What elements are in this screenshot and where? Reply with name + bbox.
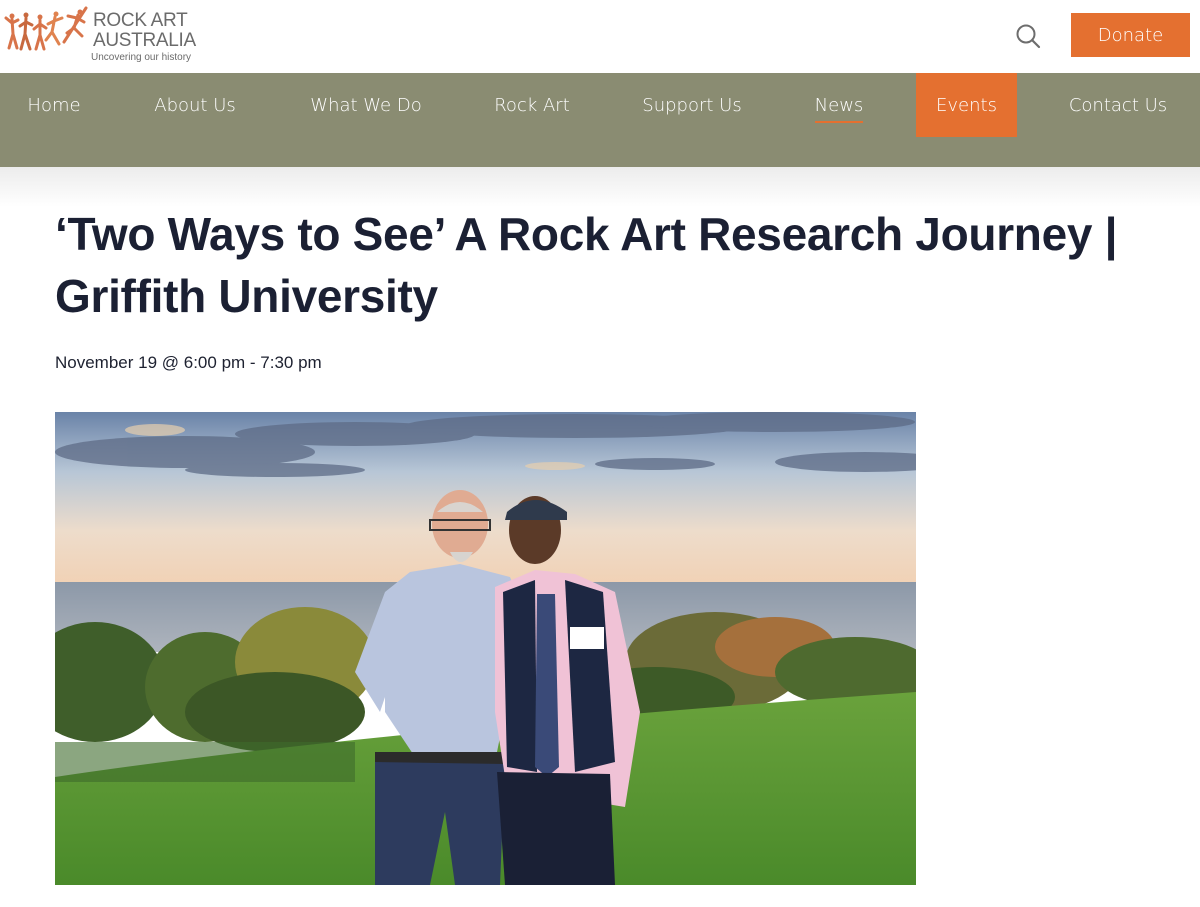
search-icon bbox=[1016, 24, 1041, 49]
logo-text-line1: ROCK ART bbox=[93, 10, 188, 31]
nav-item-label: About Us bbox=[154, 94, 236, 116]
site-logo[interactable]: ROCK ART AUSTRALIA Uncovering our histor… bbox=[4, 6, 196, 66]
search-button[interactable] bbox=[1012, 20, 1044, 52]
nav-item-label: Home bbox=[27, 94, 81, 116]
nav-item-rock-art[interactable]: Rock Art bbox=[480, 73, 584, 137]
nav-item-what-we-do[interactable]: What We Do bbox=[296, 73, 436, 137]
nav-item-label: Contact Us bbox=[1068, 94, 1168, 116]
nav-item-support-us[interactable]: Support Us bbox=[628, 73, 756, 137]
main-nav: Home About Us What We Do Rock Art Suppor… bbox=[0, 73, 1200, 167]
nav-current-underline bbox=[814, 120, 864, 123]
nav-item-news[interactable]: News bbox=[800, 73, 878, 137]
nav-item-label: Rock Art bbox=[494, 94, 570, 116]
donate-button[interactable]: Donate bbox=[1071, 13, 1190, 57]
nav-item-about-us[interactable]: About Us bbox=[140, 73, 250, 137]
nav-item-label: What We Do bbox=[310, 94, 422, 116]
event-photo bbox=[55, 412, 916, 885]
nav-item-label: Support Us bbox=[642, 94, 742, 116]
nav-item-events[interactable]: Events bbox=[916, 73, 1017, 137]
event-date: November 19 @ 6:00 pm - 7:30 pm bbox=[55, 353, 322, 372]
logo-text-line2: AUSTRALIA bbox=[93, 30, 196, 51]
nav-shadow bbox=[0, 167, 1200, 207]
event-photo-illustration bbox=[55, 412, 916, 885]
nav-item-label: Events bbox=[936, 94, 997, 116]
logo-tagline: Uncovering our history bbox=[91, 52, 192, 63]
nav-item-home[interactable]: Home bbox=[12, 73, 96, 137]
nav-item-contact-us[interactable]: Contact Us bbox=[1056, 73, 1180, 137]
site-header: ROCK ART AUSTRALIA Uncovering our histor… bbox=[0, 0, 1200, 73]
nav-item-label: News bbox=[814, 94, 864, 116]
rock-art-figures-logo bbox=[4, 6, 88, 51]
event-title: ‘Two Ways to See’ A Rock Art Research Jo… bbox=[55, 208, 1118, 322]
